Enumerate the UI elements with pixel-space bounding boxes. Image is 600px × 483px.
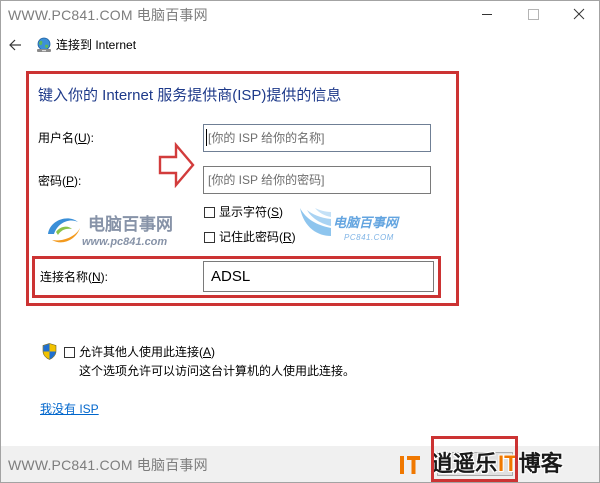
watermark-right-url: PC841.COM [344, 233, 394, 242]
connection-name-suffix: ): [100, 270, 109, 284]
password-label-text: 密码( [38, 174, 66, 188]
maximize-button[interactable] [518, 0, 550, 28]
red-arrow-annotation [158, 141, 196, 189]
username-accel-key: U [78, 131, 87, 145]
remember-password-accel-key: R [283, 230, 292, 244]
page-heading: 键入你的 Internet 服务提供商(ISP)提供的信息 [38, 87, 342, 104]
blog-logo-mark-icon [400, 454, 420, 476]
no-isp-link[interactable]: 我没有 ISP [40, 402, 99, 416]
highlight-box-connect-button [431, 436, 518, 482]
watermark-left-name: 电脑百事网 [88, 215, 173, 234]
remember-password-suffix: ) [291, 230, 296, 244]
text-cursor [206, 129, 207, 146]
connection-name-text: 连接名称( [40, 270, 92, 284]
network-globe-icon [35, 37, 53, 54]
wing-logo-icon [300, 208, 331, 236]
remember-password-checkbox[interactable]: 记住此密码(R) [204, 230, 296, 244]
username-input[interactable] [203, 124, 431, 152]
remember-password-label: 记住此密码(R) [219, 230, 296, 244]
watermark-logo-right: 电脑百事网 PC841.COM [298, 204, 408, 246]
show-characters-box[interactable] [204, 206, 215, 218]
show-characters-text: 显示字符( [219, 205, 271, 219]
minimize-icon [482, 14, 492, 15]
password-label: 密码(P): [38, 174, 81, 188]
password-input[interactable] [203, 166, 431, 194]
allow-others-accel-key: A [203, 345, 212, 359]
allow-others-text: 允许其他人使用此连接( [79, 345, 203, 359]
username-label: 用户名(U): [38, 131, 94, 145]
remember-password-box[interactable] [204, 231, 215, 243]
top-watermark: WWW.PC841.COM 电脑百事网 [8, 7, 208, 23]
show-characters-checkbox[interactable]: 显示字符(S) [204, 205, 283, 219]
bottom-watermark: WWW.PC841.COM 电脑百事网 [8, 457, 208, 473]
maximize-icon [528, 9, 539, 20]
password-accel-key: P [66, 174, 75, 188]
watermark-logo-left: 电脑百事网 www.pc841.com [44, 210, 184, 250]
allow-others-checkbox[interactable]: 允许其他人使用此连接(A) [64, 345, 215, 359]
connection-name-accel-key: N [92, 270, 101, 284]
show-characters-label: 显示字符(S) [219, 205, 283, 219]
username-label-text: 用户名( [38, 131, 78, 145]
connection-name-input[interactable] [203, 261, 434, 292]
connection-name-label: 连接名称(N): [40, 270, 108, 284]
swirl-logo-icon [48, 218, 80, 243]
allow-others-box[interactable] [64, 346, 75, 358]
sharing-description: 这个选项允许可以访问这台计算机的人使用此连接。 [79, 364, 356, 378]
back-arrow-icon [9, 39, 21, 51]
password-label-suffix: ): [74, 174, 82, 188]
allow-others-label: 允许其他人使用此连接(A) [79, 345, 215, 359]
show-characters-accel-key: S [271, 205, 280, 219]
show-characters-suffix: ) [279, 205, 284, 219]
close-button[interactable] [563, 0, 597, 28]
username-label-suffix: ): [86, 131, 95, 145]
minimize-button[interactable] [472, 0, 504, 28]
watermark-left-url: www.pc841.com [82, 236, 168, 248]
blog-logo-part3: 博客 [518, 451, 563, 476]
watermark-right-name: 电脑百事网 [333, 215, 399, 230]
back-button[interactable] [6, 37, 24, 53]
close-icon [573, 8, 585, 20]
uac-shield-icon [42, 343, 57, 360]
allow-others-suffix: ) [211, 345, 216, 359]
remember-password-text: 记住此密码( [219, 230, 283, 244]
wizard-title: 连接到 Internet [56, 38, 137, 52]
